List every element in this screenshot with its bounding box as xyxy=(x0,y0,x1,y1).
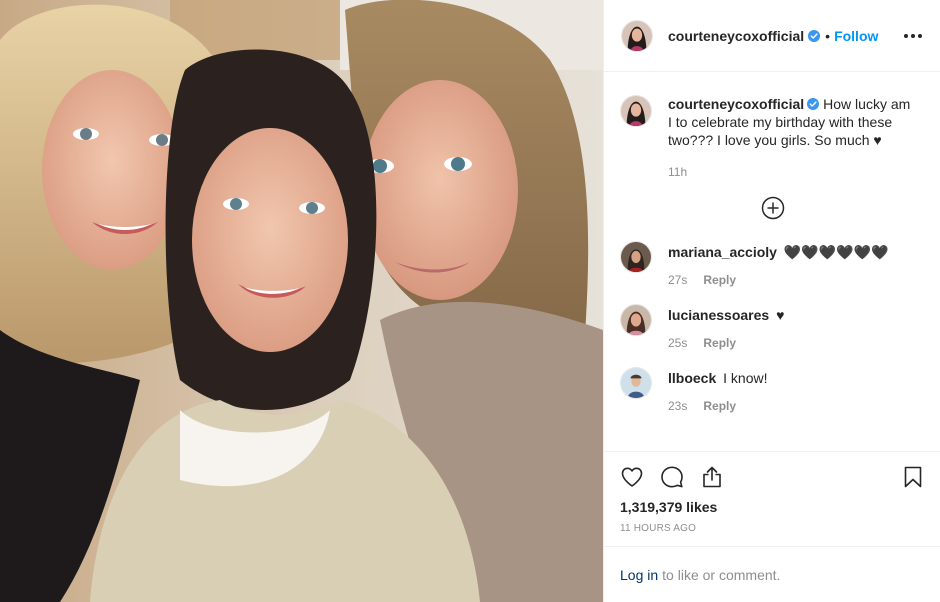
comment-item: mariana_accioly 🖤🖤🖤🖤🖤🖤 27s Reply xyxy=(620,241,925,287)
comment-time[interactable]: 23s xyxy=(668,399,687,413)
comment-item: lucianessoares ♥ 25s Reply xyxy=(620,304,925,350)
action-bar xyxy=(620,452,925,500)
post-caption: courteneycoxofficial How lucky am I to ce… xyxy=(620,73,925,179)
follow-button[interactable]: Follow xyxy=(834,28,878,44)
comment-username[interactable]: llboeck xyxy=(668,370,716,386)
save-button[interactable] xyxy=(885,457,925,497)
comment-text: ♥ xyxy=(776,307,785,323)
verified-badge-icon xyxy=(807,98,820,110)
commenter-avatar[interactable] xyxy=(620,304,652,336)
load-more-comments[interactable] xyxy=(620,196,925,224)
caption-time[interactable]: 11h xyxy=(668,165,918,179)
comment-time[interactable]: 27s xyxy=(668,273,687,287)
comments-list[interactable]: courteneycoxofficial How lucky am I to ce… xyxy=(604,73,940,451)
comment-username[interactable]: mariana_accioly xyxy=(668,244,777,260)
more-options-icon[interactable] xyxy=(902,28,924,44)
engagement-section: 1,319,379 likes 11 HOURS AGO xyxy=(604,451,940,534)
login-prompt: Log in to like or comment. xyxy=(604,546,940,602)
commenter-avatar[interactable] xyxy=(620,241,652,273)
heart-icon xyxy=(621,467,643,487)
post-header: courteneycoxofficial • Follow xyxy=(604,0,940,72)
post-photo[interactable] xyxy=(0,0,603,602)
comment-item: llboeck I know! 23s Reply xyxy=(620,367,925,413)
reply-button[interactable]: Reply xyxy=(703,273,736,287)
header-separator: • xyxy=(825,27,831,44)
comment-bubble-icon xyxy=(661,466,683,488)
share-button[interactable] xyxy=(700,457,740,497)
login-link[interactable]: Log in xyxy=(620,567,658,583)
post-timestamp[interactable]: 11 HOURS AGO xyxy=(620,523,925,534)
reply-button[interactable]: Reply xyxy=(703,336,736,350)
comment-text: 🖤🖤🖤🖤🖤🖤 xyxy=(783,244,889,260)
post-sidebar: courteneycoxofficial • Follow courteneyc… xyxy=(603,0,940,602)
share-icon xyxy=(703,466,721,488)
like-button[interactable] xyxy=(620,457,660,497)
login-prompt-text: to like or comment. xyxy=(662,566,781,583)
comment-username[interactable]: lucianessoares xyxy=(668,307,769,323)
reply-button[interactable]: Reply xyxy=(703,399,736,413)
comment-button[interactable] xyxy=(660,457,700,497)
likes-count[interactable]: 1,319,379 likes xyxy=(620,499,925,515)
bookmark-icon xyxy=(904,466,922,488)
author-avatar[interactable] xyxy=(621,19,653,52)
post-photo-illustration xyxy=(0,0,603,602)
comment-text: I know! xyxy=(723,370,768,386)
comment-time[interactable]: 25s xyxy=(668,336,687,350)
verified-badge-icon xyxy=(808,29,821,42)
caption-username[interactable]: courteneycoxofficial xyxy=(668,96,804,112)
commenter-avatar[interactable] xyxy=(620,367,652,399)
caption-avatar[interactable] xyxy=(620,95,652,127)
instagram-post: courteneycoxofficial • Follow courteneyc… xyxy=(0,0,940,602)
plus-circle-icon[interactable] xyxy=(761,196,785,220)
author-username[interactable]: courteneycoxofficial xyxy=(668,28,804,44)
